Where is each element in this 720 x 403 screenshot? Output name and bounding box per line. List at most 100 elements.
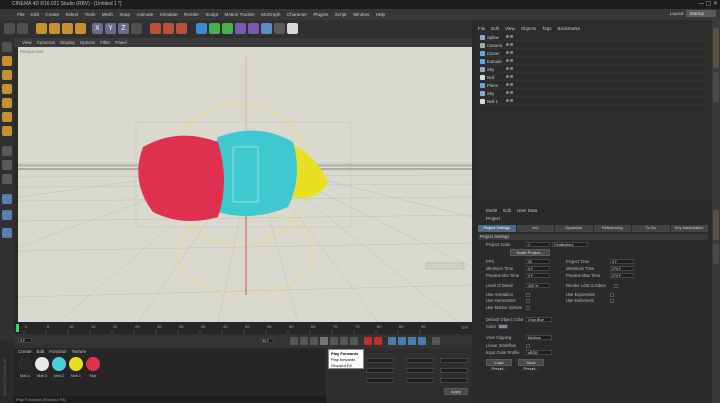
- key-rotation-icon[interactable]: [408, 337, 416, 345]
- key-parameter-icon[interactable]: [418, 337, 426, 345]
- object-row[interactable]: Cloner: [480, 50, 708, 57]
- play-forwards-icon[interactable]: [320, 337, 328, 345]
- prev-frame-icon[interactable]: [310, 337, 318, 345]
- render-picture-viewer-icon[interactable]: [163, 23, 174, 34]
- viewport-menu-cameras[interactable]: Cameras: [37, 40, 55, 45]
- preview-min-field[interactable]: 0 F: [526, 273, 550, 278]
- attribute-menu-mode[interactable]: Mode: [486, 208, 497, 213]
- scale-project-button[interactable]: Scale Project...: [510, 249, 550, 256]
- view-clipping-select[interactable]: Medium: [526, 335, 552, 340]
- load-preset-button[interactable]: Load Preset...: [486, 359, 512, 371]
- material-menu-create[interactable]: Create: [18, 349, 32, 354]
- polygons-mode-icon[interactable]: [2, 126, 12, 136]
- attribute-menu-user-data[interactable]: User Data: [517, 208, 537, 213]
- size-x-field[interactable]: [406, 358, 434, 363]
- default-color-select[interactable]: Gray Blue: [526, 317, 552, 322]
- project-time-field[interactable]: 0 F: [610, 259, 634, 264]
- render-view-icon[interactable]: [150, 23, 161, 34]
- edges-mode-icon[interactable]: [2, 112, 12, 122]
- y-axis-icon[interactable]: Y: [105, 23, 116, 34]
- object-menu-tags[interactable]: Tags: [542, 26, 552, 31]
- menu-snap[interactable]: Snap: [116, 12, 133, 17]
- object-menu-edit[interactable]: Edit: [491, 26, 499, 31]
- timeline-settings-icon[interactable]: [432, 337, 440, 345]
- visibility-dots-icon[interactable]: [506, 90, 516, 96]
- use-motion-checkbox[interactable]: [526, 306, 530, 310]
- menu-character[interactable]: Character: [284, 12, 311, 17]
- visibility-dots-icon[interactable]: [506, 34, 516, 40]
- fps-field[interactable]: 30: [526, 259, 550, 264]
- material-swatch[interactable]: [69, 357, 83, 371]
- menu-sculpt[interactable]: Sculpt: [202, 12, 221, 17]
- material-swatch[interactable]: [86, 357, 100, 371]
- side-tab-layers[interactable]: [713, 244, 719, 264]
- rot-h-field[interactable]: [440, 358, 468, 363]
- lod-field[interactable]: 100 %: [526, 283, 550, 288]
- object-row[interactable]: Extrude: [480, 58, 708, 65]
- visibility-dots-icon[interactable]: [506, 66, 516, 72]
- menu-window[interactable]: Window: [350, 12, 373, 17]
- menu-plugins[interactable]: Plugins: [310, 12, 331, 17]
- tab-key-interpolation[interactable]: Key Interpolation: [670, 225, 708, 232]
- coordinate-system-icon[interactable]: [131, 23, 142, 34]
- floor-icon[interactable]: [261, 23, 272, 34]
- use-expression-checkbox[interactable]: [610, 293, 614, 297]
- object-menu-view[interactable]: View: [505, 26, 515, 31]
- array-icon[interactable]: [235, 23, 246, 34]
- object-row[interactable]: Camera: [480, 42, 708, 49]
- deformer-icon[interactable]: [248, 23, 259, 34]
- next-key-icon[interactable]: [340, 337, 348, 345]
- menu-edit[interactable]: Edit: [28, 12, 42, 17]
- viewport-menu-view[interactable]: View: [22, 40, 32, 45]
- menu-select[interactable]: Select: [62, 12, 81, 17]
- menu-help[interactable]: Help: [372, 12, 388, 17]
- visibility-dots-icon[interactable]: [506, 58, 516, 64]
- tab-project-settings[interactable]: Project Settings: [478, 225, 516, 232]
- object-menu-bookmarks[interactable]: Bookmarks: [558, 26, 581, 31]
- visibility-dots-icon[interactable]: [506, 82, 516, 88]
- use-animation-checkbox[interactable]: [526, 293, 530, 297]
- size-z-field[interactable]: [406, 378, 434, 383]
- workplane-mode-icon[interactable]: [2, 84, 12, 94]
- linear-workflow-checkbox[interactable]: [526, 344, 530, 348]
- visibility-dots-icon[interactable]: [506, 50, 516, 56]
- min-time-field[interactable]: 0 F: [526, 266, 550, 271]
- coord-x-field[interactable]: [366, 358, 394, 363]
- key-position-icon[interactable]: [388, 337, 396, 345]
- z-axis-icon[interactable]: Z: [118, 23, 129, 34]
- move-tool-icon[interactable]: [49, 23, 60, 34]
- render-lod-checkbox[interactable]: [614, 284, 618, 288]
- goto-end-icon[interactable]: [350, 337, 358, 345]
- menu-mograph[interactable]: MoGraph: [258, 12, 284, 17]
- viewport-solo-icon[interactable]: [2, 174, 12, 184]
- object-row[interactable]: Sky: [480, 90, 708, 97]
- rot-p-field[interactable]: [440, 368, 468, 373]
- menu-mesh[interactable]: Mesh: [99, 12, 117, 17]
- apply-button[interactable]: Apply: [444, 388, 468, 395]
- timeline-ruler[interactable]: 0 5 10 15 20 25 30 35 40 45 50 55 60 65 70 75 80 85 90 0 F: [14, 322, 472, 334]
- make-editable-icon[interactable]: [2, 42, 12, 52]
- prev-key-icon[interactable]: [300, 337, 308, 345]
- object-row[interactable]: Plane: [480, 82, 708, 89]
- record-icon[interactable]: [364, 337, 372, 345]
- enable-axis-icon[interactable]: [2, 146, 12, 156]
- project-scale-unit-select[interactable]: Centimeters: [552, 242, 588, 247]
- save-preset-button[interactable]: Save Preset...: [518, 359, 544, 371]
- tab-dynamics[interactable]: Dynamics: [555, 225, 593, 232]
- use-generators-checkbox[interactable]: [526, 299, 530, 303]
- side-tab-content-browser[interactable]: [713, 72, 719, 102]
- object-menu-objects[interactable]: Objects: [521, 26, 536, 31]
- visibility-dots-icon[interactable]: [506, 74, 516, 80]
- key-scale-icon[interactable]: [398, 337, 406, 345]
- points-mode-icon[interactable]: [2, 98, 12, 108]
- material-swatch[interactable]: [52, 357, 66, 371]
- object-row[interactable]: Spline: [480, 34, 708, 41]
- object-row[interactable]: Sky: [480, 66, 708, 73]
- side-tab-attributes[interactable]: [713, 210, 719, 240]
- viewport-menu-display[interactable]: Display: [60, 40, 75, 45]
- planar-workplane-icon[interactable]: [2, 228, 12, 238]
- locked-workplane-icon[interactable]: [2, 210, 12, 220]
- autokey-icon[interactable]: [374, 337, 382, 345]
- material-swatch[interactable]: [18, 357, 32, 371]
- select-tool-icon[interactable]: [36, 23, 47, 34]
